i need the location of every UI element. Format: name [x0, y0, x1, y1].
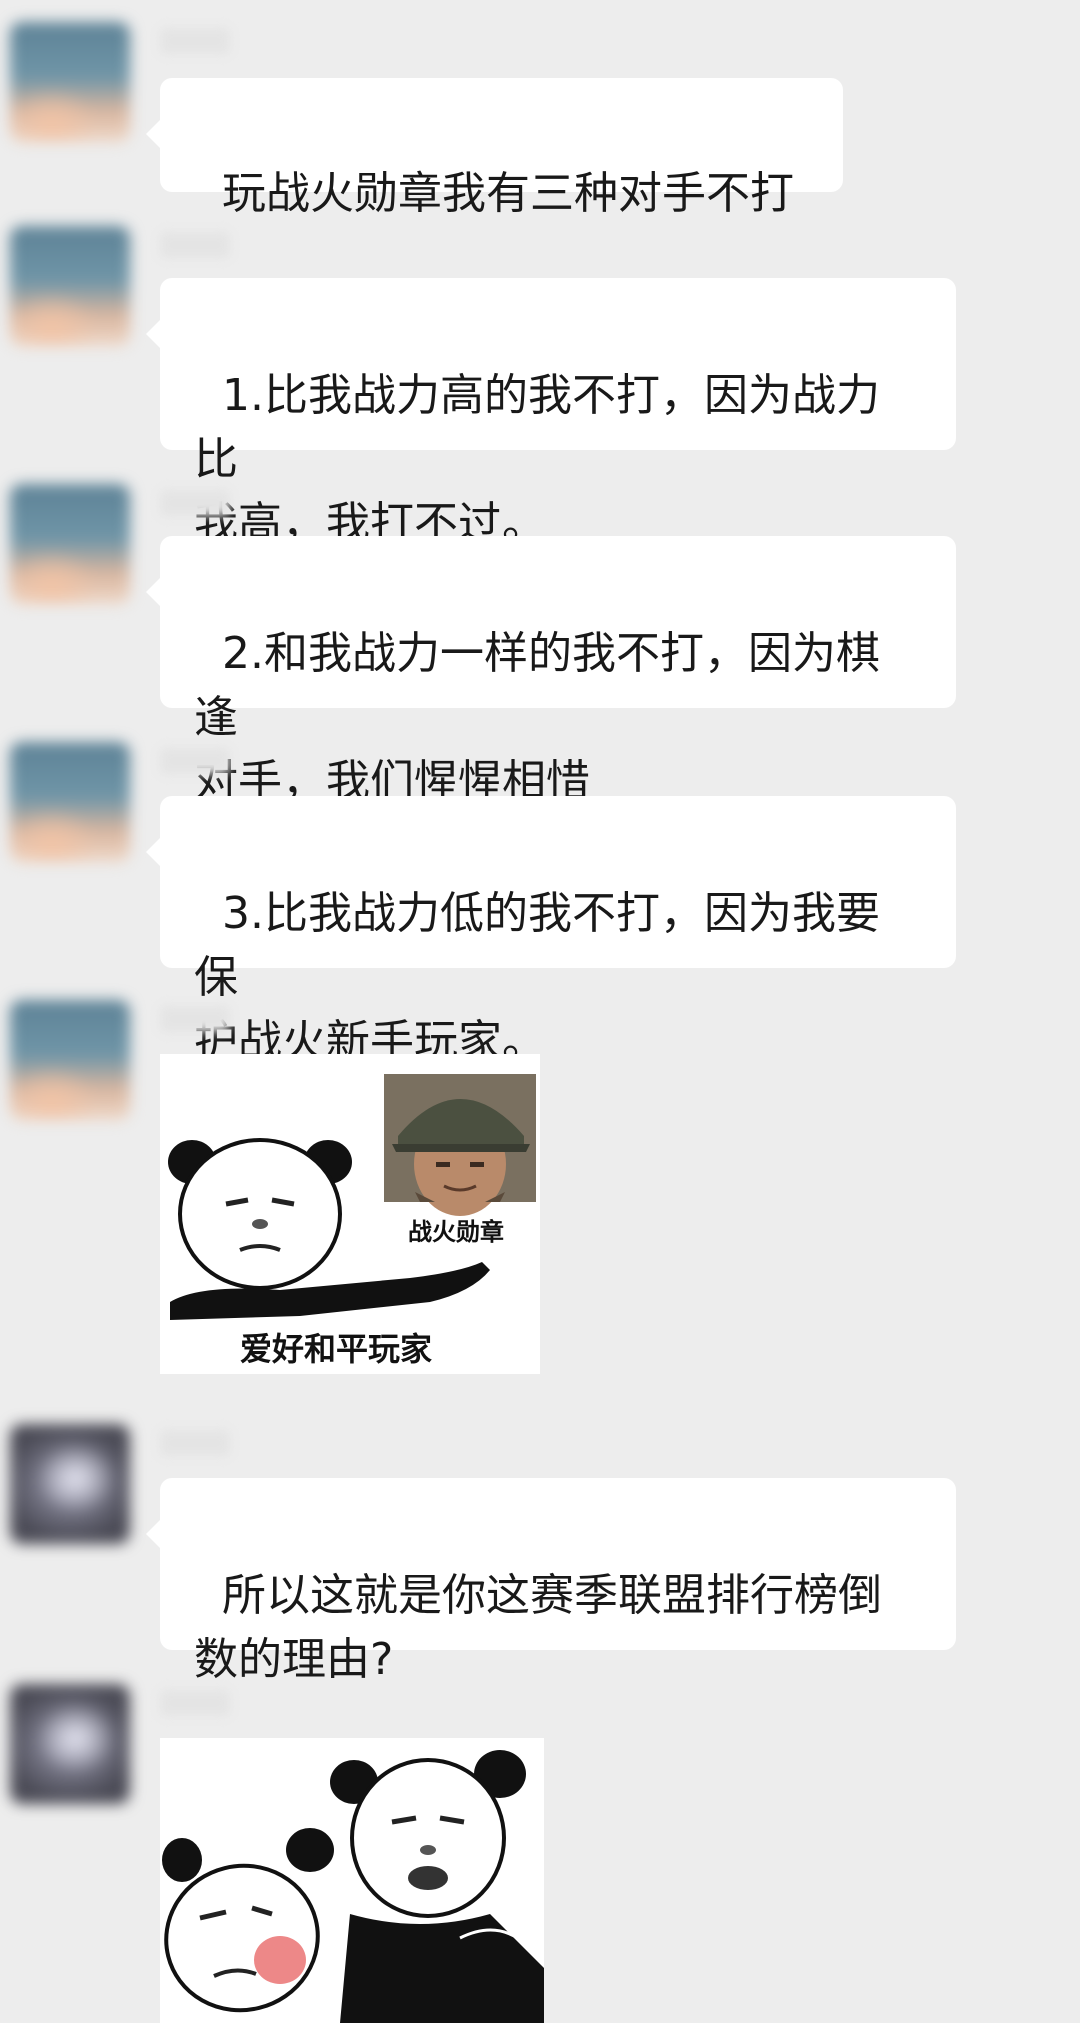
panda-slapper-icon	[330, 1750, 544, 2023]
sticker-bottom-caption: 爱好和平玩家	[240, 1330, 433, 1368]
message-bubble[interactable]: 玩战火勋章我有三种对手不打	[146, 78, 843, 219]
sender-avatar[interactable]	[10, 226, 130, 346]
message-text: 1.比我战力高的我不打，因为战力比 我高，我打不过。	[194, 370, 880, 549]
message-bubble[interactable]: 所以这就是你这赛季联盟排行榜倒 数的理由?	[146, 1478, 956, 1685]
sender-avatar[interactable]	[10, 1000, 130, 1120]
message-bubble[interactable]: 2.和我战力一样的我不打，因为棋逢 对手，我们惺惺相惜	[146, 536, 956, 807]
panda-hit-icon	[162, 1828, 334, 2013]
sender-avatar[interactable]	[10, 742, 130, 862]
sender-nickname-blurred	[160, 490, 230, 516]
sender-nickname-blurred	[160, 748, 230, 774]
sender-avatar[interactable]	[10, 1424, 130, 1544]
meme-sticker-peace-player[interactable]: 战火勋章 爱好和平玩家	[160, 1054, 540, 1374]
message-text: 玩战火勋章我有三种对手不打	[221, 168, 794, 219]
panda-head-icon	[168, 1138, 352, 1290]
sticker-art	[162, 1750, 544, 2023]
sticker-top-caption: 战火勋章	[408, 1218, 504, 1246]
sender-avatar[interactable]	[10, 1684, 130, 1804]
sender-nickname-blurred	[160, 1430, 230, 1456]
sender-nickname-blurred	[160, 232, 230, 258]
message-text: 2.和我战力一样的我不打，因为棋逢 对手，我们惺惺相惜	[194, 628, 880, 807]
meme-sticker-panda-slap[interactable]	[160, 1738, 544, 2023]
message-bubble[interactable]: 3.比我战力低的我不打，因为我要保 护战火新手玩家。	[146, 796, 956, 1067]
soldier-portrait-icon	[384, 1074, 536, 1216]
sender-nickname-blurred	[160, 28, 230, 54]
message-text: 所以这就是你这赛季联盟排行榜倒 数的理由?	[194, 1570, 882, 1685]
sender-avatar[interactable]	[10, 484, 130, 604]
message-text: 3.比我战力低的我不打，因为我要保 护战火新手玩家。	[194, 888, 880, 1067]
message-bubble[interactable]: 1.比我战力高的我不打，因为战力比 我高，我打不过。	[146, 278, 956, 549]
sender-avatar[interactable]	[10, 22, 130, 142]
sender-nickname-blurred	[160, 1690, 230, 1716]
sender-nickname-blurred	[160, 1006, 230, 1032]
